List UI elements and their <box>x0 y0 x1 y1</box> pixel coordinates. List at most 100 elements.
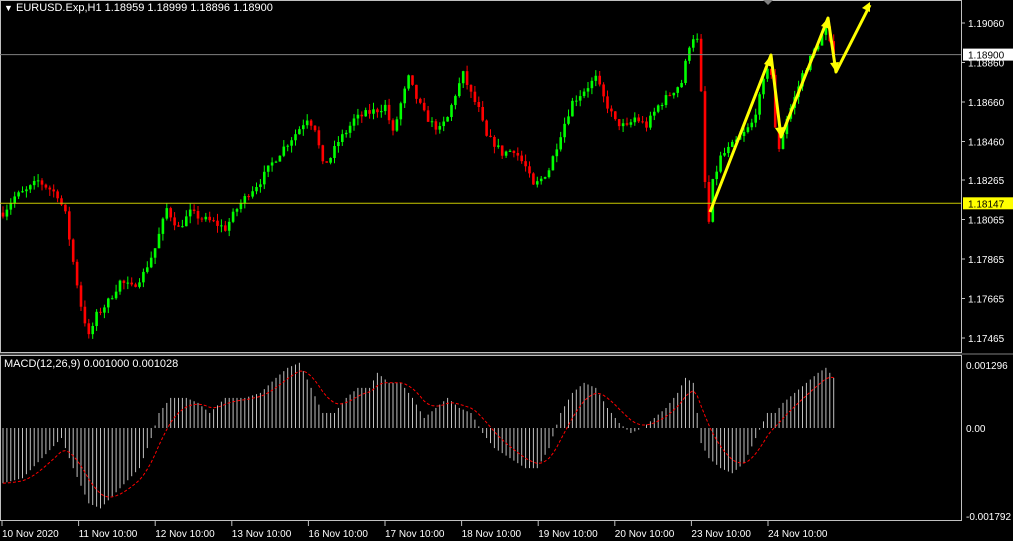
candle-body <box>629 122 633 125</box>
candle-body <box>99 311 102 313</box>
drawn-arrows[interactable] <box>708 2 872 213</box>
candle-body <box>516 152 520 156</box>
candle-body <box>13 196 16 204</box>
candle-body <box>192 209 196 211</box>
candle-body <box>555 149 559 157</box>
candle-body <box>161 218 165 234</box>
candle-body <box>559 137 562 150</box>
candle-body <box>715 171 718 180</box>
candle-body <box>668 95 672 97</box>
candle-body <box>625 123 629 125</box>
candle-body <box>442 121 445 127</box>
candle-body <box>149 257 153 268</box>
price-tick-label: 1.17665 <box>968 295 1005 306</box>
candle-body <box>590 80 594 89</box>
candle-body <box>602 84 605 97</box>
candle-body <box>383 104 387 112</box>
candle-body <box>270 162 274 166</box>
candle-body <box>52 189 55 192</box>
candle-body <box>1 212 5 217</box>
candle-body <box>489 135 492 137</box>
candle-body <box>403 88 406 104</box>
candle-body <box>259 184 262 188</box>
candle-body <box>438 126 442 130</box>
candle-body <box>746 127 750 132</box>
candle-body <box>71 239 75 262</box>
candle-body <box>344 132 348 135</box>
candle-body <box>286 145 289 147</box>
level-price-label: 1.18147 <box>968 199 1005 210</box>
candle-body <box>653 111 656 116</box>
candle-body <box>719 155 722 172</box>
candle-body <box>165 208 169 219</box>
candle-body <box>157 233 161 249</box>
candle-body <box>247 196 250 198</box>
candle-body <box>196 210 200 219</box>
candle-body <box>302 125 305 130</box>
candle-body <box>130 282 133 285</box>
candle-body <box>114 291 118 299</box>
candle-body <box>329 157 332 163</box>
candle-body <box>575 100 578 102</box>
dropdown-triangle-icon[interactable]: ▼ <box>4 3 13 13</box>
candle-body <box>68 211 71 240</box>
candle-body <box>368 110 371 114</box>
price-tick-label: 1.18265 <box>968 176 1005 187</box>
price-tick-label: 1.19060 <box>968 19 1005 30</box>
candle-body <box>641 121 644 123</box>
candle-body <box>411 75 414 85</box>
chart-shift-marker-icon[interactable] <box>763 0 773 5</box>
candle-body <box>356 114 360 119</box>
candle-body <box>216 220 219 226</box>
candle-body <box>146 267 149 272</box>
candle-body <box>660 105 664 107</box>
time-tick-label: 17 Nov 10:00 <box>385 529 445 540</box>
candle-body <box>707 181 711 222</box>
candle-body <box>395 119 399 131</box>
candle-body <box>364 110 367 117</box>
candle-body <box>684 60 687 84</box>
candle-body <box>321 145 325 162</box>
candle-body <box>122 280 126 283</box>
candle-body <box>169 208 172 218</box>
candle-body <box>485 120 488 136</box>
candle-body <box>75 261 79 286</box>
price-axis[interactable]: 1.190601.188601.186601.184601.182651.180… <box>961 19 1005 345</box>
candle-body <box>317 130 321 146</box>
macd-tick-label: 0.001296 <box>966 361 1008 372</box>
candle-body <box>282 146 286 156</box>
macd-histogram <box>2 362 835 509</box>
candle-body <box>32 180 36 186</box>
candle-body <box>243 196 247 204</box>
candle-body <box>173 217 176 226</box>
candle-body <box>539 178 543 182</box>
time-tick-label: 13 Nov 10:00 <box>232 529 292 540</box>
price-tick-label: 1.18460 <box>968 137 1005 148</box>
candle-body <box>430 121 434 123</box>
candle-body <box>360 114 364 117</box>
candle-body <box>372 109 375 114</box>
price-tick-label: 1.18660 <box>968 98 1005 109</box>
candle-body <box>586 88 590 92</box>
candle-body <box>571 100 574 117</box>
candle-body <box>563 123 566 138</box>
time-tick-label: 23 Nov 10:00 <box>691 529 751 540</box>
candle-body <box>536 181 539 185</box>
chart-canvas[interactable]: 1.190601.188601.186601.184601.182651.180… <box>0 0 1013 541</box>
time-axis[interactable]: 10 Nov 2020 11 Nov 10:00 12 Nov 10:00 13 No… <box>1 521 828 540</box>
arrow-head-icon <box>764 55 772 67</box>
candle-body <box>458 83 461 97</box>
time-tick-label: 16 Nov 10:00 <box>308 529 368 540</box>
candle-body <box>672 92 676 96</box>
candle-series <box>1 20 835 339</box>
candle-body <box>419 98 422 103</box>
candle-body <box>200 218 204 220</box>
candle-body <box>645 121 648 128</box>
candle-body <box>500 145 504 156</box>
candle-body <box>422 102 426 111</box>
candle-body <box>235 209 239 212</box>
candle-body <box>508 150 512 152</box>
macd-axis[interactable]: 0.001296 0.00 -0.001792 <box>966 361 1011 523</box>
candle-body <box>95 311 98 327</box>
candle-body <box>532 173 535 185</box>
